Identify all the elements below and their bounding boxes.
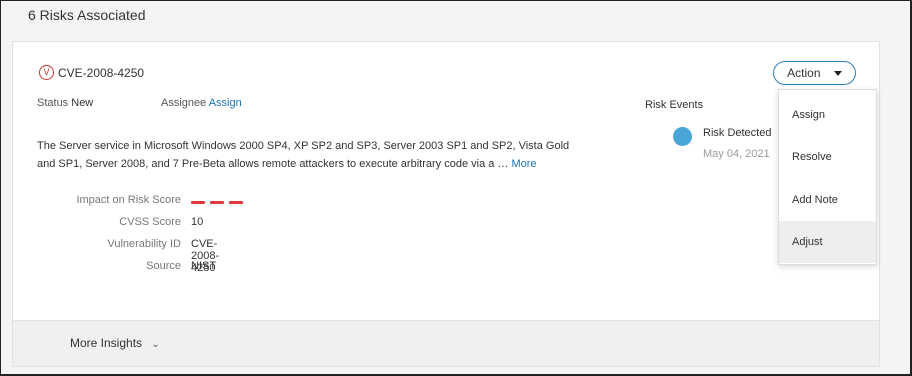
page-title: 6 Risks Associated xyxy=(28,7,146,23)
risk-event-dot-icon xyxy=(673,127,692,146)
action-button[interactable]: Action xyxy=(773,61,856,85)
source-label: Source xyxy=(146,260,181,272)
vulnerability-badge-icon: V xyxy=(39,65,54,80)
more-insights-toggle[interactable]: More Insights ⌄ xyxy=(70,336,160,350)
card-footer: More Insights ⌄ xyxy=(13,320,879,366)
vuln-id-label: Vulnerability ID xyxy=(107,238,181,250)
impact-dash xyxy=(191,201,205,204)
status-field: Status New xyxy=(37,97,93,109)
assign-link[interactable]: Assign xyxy=(209,97,242,109)
cvss-row: CVSS Score xyxy=(13,216,181,232)
cve-header: V CVE-2008-4250 xyxy=(39,65,144,80)
menu-item-assign[interactable]: Assign xyxy=(779,94,876,136)
chevron-down-icon: ⌄ xyxy=(151,339,160,350)
impact-label: Impact on Risk Score xyxy=(76,194,181,206)
assignee-field: Assignee Assign xyxy=(161,97,242,109)
cvss-label: CVSS Score xyxy=(119,216,181,228)
description-text: The Server service in Microsoft Windows … xyxy=(37,140,570,170)
menu-item-adjust[interactable]: Adjust xyxy=(779,221,876,263)
action-button-label: Action xyxy=(787,66,821,80)
menu-item-add-note[interactable]: Add Note xyxy=(779,179,876,221)
source-value: NIST xyxy=(191,260,217,272)
more-insights-label: More Insights xyxy=(70,336,143,350)
risk-description: The Server service in Microsoft Windows … xyxy=(37,137,589,173)
menu-item-resolve[interactable]: Resolve xyxy=(779,136,876,178)
assignee-label: Assignee xyxy=(161,97,207,109)
status-label: Status xyxy=(37,97,69,109)
cve-title: CVE-2008-4250 xyxy=(58,65,145,80)
cvss-value: 10 xyxy=(191,216,204,228)
page-frame: 6 Risks Associated V CVE-2008-4250 Statu… xyxy=(0,0,912,376)
risk-card: V CVE-2008-4250 Status New Assignee Assi… xyxy=(12,41,880,367)
status-value: New xyxy=(71,97,94,109)
impact-dash xyxy=(210,201,224,204)
risk-events-title: Risk Events xyxy=(645,99,704,111)
impact-dash xyxy=(229,201,243,204)
risk-event-date: May 04, 2021 xyxy=(703,148,770,160)
risk-event-label: Risk Detected xyxy=(703,127,772,139)
impact-row: Impact on Risk Score xyxy=(13,194,181,210)
source-row: Source xyxy=(13,260,181,276)
more-link[interactable]: More xyxy=(511,158,536,170)
action-dropdown-menu: Assign Resolve Add Note Adjust xyxy=(778,89,877,265)
impact-indicator xyxy=(191,201,243,204)
caret-down-icon xyxy=(833,71,842,77)
vuln-id-row: Vulnerability ID xyxy=(13,238,181,254)
